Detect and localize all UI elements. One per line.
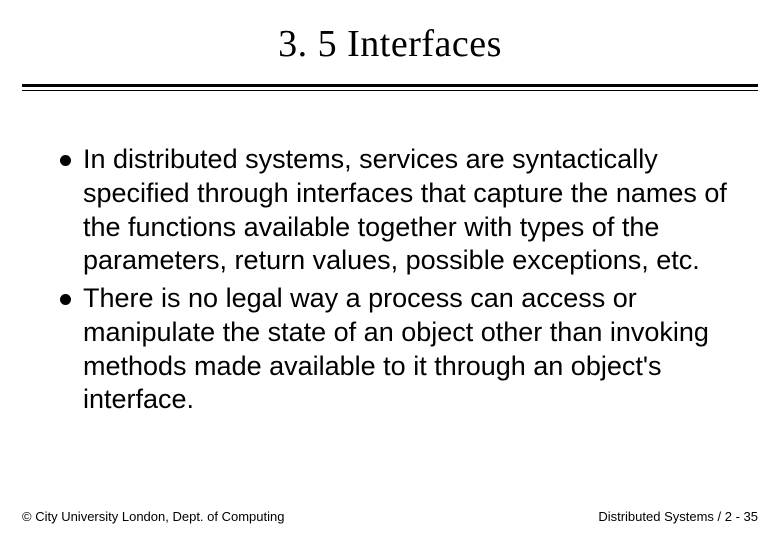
title-divider: [22, 84, 758, 91]
bullet-icon: [60, 155, 71, 166]
slide: 3. 5 Interfaces In distributed systems, …: [0, 0, 780, 540]
footer-left: © City University London, Dept. of Compu…: [22, 509, 284, 524]
list-item: There is no legal way a process can acce…: [60, 282, 742, 417]
footer: © City University London, Dept. of Compu…: [22, 509, 758, 524]
slide-title: 3. 5 Interfaces: [0, 0, 780, 84]
bullet-icon: [60, 294, 71, 305]
list-item: In distributed systems, services are syn…: [60, 143, 742, 278]
slide-body: In distributed systems, services are syn…: [0, 91, 780, 417]
bullet-text: There is no legal way a process can acce…: [83, 282, 742, 417]
bullet-text: In distributed systems, services are syn…: [83, 143, 742, 278]
divider-thick: [22, 84, 758, 87]
footer-right: Distributed Systems / 2 - 35: [598, 509, 758, 524]
